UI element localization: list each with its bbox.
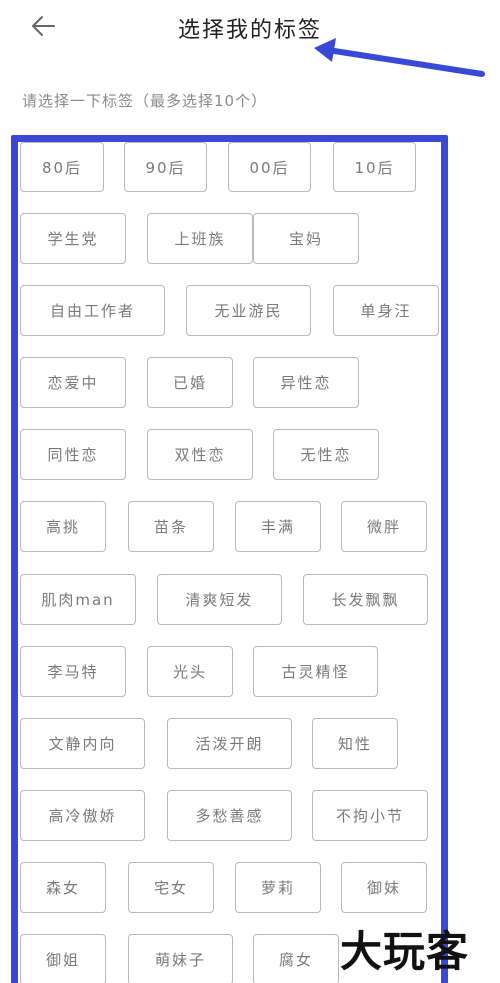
tag-option[interactable]: 学生党 [20, 213, 126, 264]
tag-option[interactable]: 活泼开朗 [167, 718, 292, 769]
tag-option[interactable]: 00后 [228, 142, 311, 192]
selection-hint: 请选择一下标签（最多选择10个） [22, 92, 268, 110]
tag-option[interactable]: 丰满 [235, 501, 321, 552]
page: 选择我的标签 请选择一下标签（最多选择10个） 80后 90后 00后 10后 学生党上… [0, 0, 500, 983]
tag-option[interactable]: 无性恋 [273, 429, 379, 480]
tag-option[interactable]: 单身汪 [333, 285, 439, 336]
tag-option[interactable]: 肌肉man [20, 574, 136, 625]
tag-option[interactable]: 已婚 [147, 357, 233, 408]
tag-option[interactable]: 异性恋 [253, 357, 359, 408]
tag-option[interactable]: 自由工作者 [20, 285, 165, 336]
tag-option[interactable]: 宝妈 [253, 213, 359, 264]
tag-option[interactable]: 御姐 [20, 934, 106, 983]
tag-option[interactable]: 萝莉 [235, 862, 321, 913]
tag-option[interactable]: 高冷傲娇 [20, 790, 145, 841]
tag-option[interactable]: 御妹 [341, 862, 427, 913]
tag-option[interactable]: 90后 [124, 142, 207, 192]
tag-option[interactable]: 知性 [312, 718, 398, 769]
tag-option[interactable]: 苗条 [128, 501, 214, 552]
tag-option[interactable]: 恋爱中 [20, 357, 126, 408]
tag-option[interactable]: 长发飘飘 [303, 574, 428, 625]
tag-option[interactable]: 李马特 [20, 646, 126, 697]
tag-option[interactable]: 森女 [20, 862, 106, 913]
tag-option[interactable]: 文静内向 [20, 718, 145, 769]
tag-option[interactable]: 10后 [333, 142, 416, 192]
tag-option[interactable]: 无业游民 [186, 285, 311, 336]
tag-option[interactable]: 宅女 [128, 862, 214, 913]
watermark: 大玩客 [340, 927, 470, 976]
tag-option[interactable]: 80后 [20, 142, 104, 192]
annotation-arrow-icon [314, 38, 485, 77]
tag-option[interactable]: 微胖 [341, 501, 427, 552]
tag-option[interactable]: 萌妹子 [128, 934, 233, 983]
tag-option[interactable]: 光头 [147, 646, 233, 697]
tag-option[interactable]: 同性恋 [20, 429, 126, 480]
tag-option[interactable]: 古灵精怪 [253, 646, 378, 697]
tag-option[interactable]: 上班族 [147, 213, 253, 264]
tag-option[interactable]: 清爽短发 [157, 574, 282, 625]
tag-option[interactable]: 多愁善感 [167, 790, 292, 841]
tag-option[interactable]: 双性恋 [147, 429, 253, 480]
tag-option[interactable]: 高挑 [20, 501, 106, 552]
tag-option[interactable]: 腐女 [253, 934, 339, 983]
tag-option[interactable]: 不拘小节 [312, 790, 428, 841]
